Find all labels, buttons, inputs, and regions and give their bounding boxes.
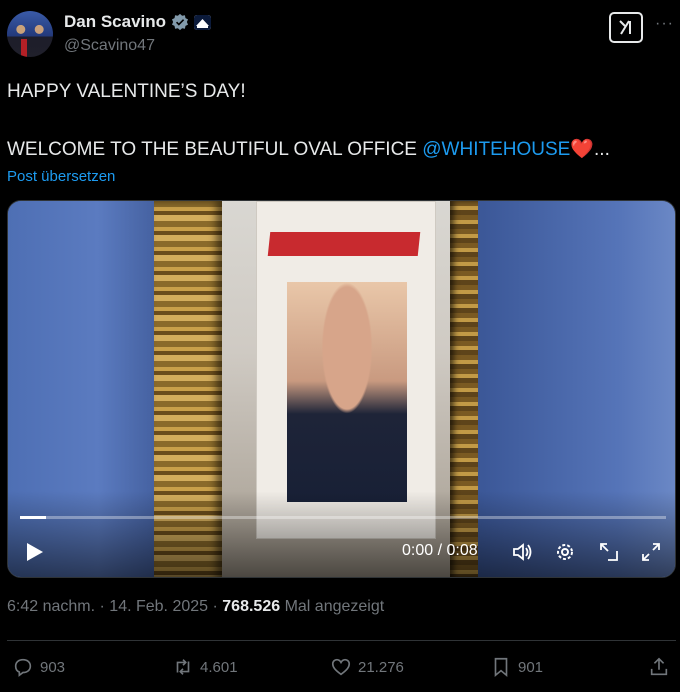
reply-button[interactable]: 903	[12, 656, 65, 678]
view-label: Mal angezeigt	[284, 598, 385, 615]
video-controls-shade	[8, 491, 675, 577]
fullscreen-icon[interactable]	[640, 541, 662, 563]
picture-in-picture-icon[interactable]	[598, 541, 620, 563]
post-header: Dan Scavino @Scavino47 ···	[0, 0, 680, 60]
volume-icon[interactable]	[511, 541, 533, 563]
author-handle[interactable]: @Scavino47	[64, 37, 155, 55]
divider	[7, 640, 676, 641]
video-frame-newspaper	[256, 201, 436, 539]
video-progress-fill	[20, 516, 46, 519]
like-button[interactable]: 21.276	[330, 656, 404, 678]
post-date[interactable]: 14. Feb. 2025	[109, 598, 208, 615]
verified-badge-icon[interactable]	[171, 13, 189, 31]
repost-count: 4.601	[200, 658, 238, 676]
ellipsis: ...	[594, 139, 610, 160]
meta-separator: ·	[212, 598, 218, 615]
bookmark-button[interactable]: 901	[490, 656, 543, 678]
repost-icon	[176, 659, 190, 675]
heart-icon	[331, 658, 351, 676]
reply-count: 903	[40, 658, 66, 676]
view-count[interactable]: 768.526	[222, 598, 280, 615]
author-name-row: Dan Scavino	[64, 12, 212, 32]
share-button[interactable]	[648, 656, 670, 678]
share-icon	[650, 657, 668, 676]
like-count: 21.276	[358, 658, 404, 676]
settings-icon[interactable]	[554, 541, 576, 563]
video-frame-newspaper-masthead	[267, 232, 421, 256]
video-progress-bar[interactable]	[20, 516, 666, 519]
heart-emoji: ❤️	[570, 139, 595, 160]
post-time[interactable]: 6:42 nachm.	[7, 598, 95, 615]
mention-link[interactable]: @WHITEHOUSE	[422, 139, 570, 160]
meta-separator: ·	[99, 598, 105, 615]
video-time: 0:00 / 0:08	[402, 542, 478, 559]
tweet-line-2-text: WELCOME TO THE BEAUTIFUL OVAL OFFICE	[7, 139, 423, 160]
bookmark-count: 901	[518, 658, 544, 676]
post-meta: 6:42 nachm. · 14. Feb. 2025 · 768.526 Ma…	[7, 598, 384, 616]
avatar[interactable]	[7, 11, 53, 57]
bookmark-icon	[494, 657, 508, 678]
white-house-affiliation-icon[interactable]	[194, 14, 212, 30]
tweet-line-2: WELCOME TO THE BEAUTIFUL OVAL OFFICE @WH…	[7, 137, 610, 161]
reply-icon	[14, 658, 32, 677]
translate-post-link[interactable]: Post übersetzen	[7, 168, 115, 185]
repost-button[interactable]: 4.601	[172, 656, 238, 678]
grok-icon[interactable]	[609, 12, 643, 43]
video-frame-portrait	[287, 282, 407, 502]
video-player[interactable]: 0:00 / 0:08	[7, 200, 676, 578]
tweet-line-1: HAPPY VALENTINE’S DAY!	[7, 81, 246, 102]
more-icon[interactable]: ···	[655, 15, 674, 33]
play-icon[interactable]	[24, 541, 46, 563]
author-name[interactable]: Dan Scavino	[64, 12, 166, 32]
